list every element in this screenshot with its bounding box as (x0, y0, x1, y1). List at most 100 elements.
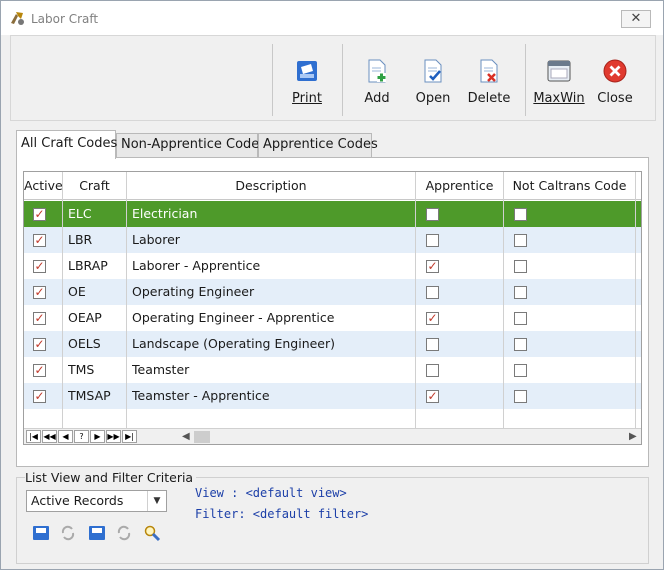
save-filter-icon[interactable] (88, 524, 106, 542)
nav-button[interactable]: ▶ (90, 430, 105, 443)
craft-cell: LBR (68, 232, 93, 247)
filter-info: Filter: <default filter> (195, 507, 369, 521)
column-header-active[interactable]: Active (24, 172, 63, 200)
horizontal-scrollbar-thumb[interactable] (194, 431, 210, 443)
description-cell: Landscape (Operating Engineer) (132, 336, 336, 351)
table-row[interactable]: ✓ TMS Teamster (24, 357, 641, 383)
tab-panel: Active Craft Description Apprentice Not … (16, 157, 649, 467)
toolbar: Print Add Open Delete MaxWin Close (10, 35, 656, 121)
chevron-down-icon[interactable]: ▼ (147, 491, 166, 511)
column-header-apprentice[interactable]: Apprentice (416, 172, 504, 200)
active-checkbox[interactable]: ✓ (33, 364, 46, 377)
not-caltrans-checkbox[interactable] (514, 364, 527, 377)
description-cell: Electrician (132, 206, 198, 221)
open-label: Open (415, 91, 451, 106)
apprentice-checkbox[interactable] (426, 338, 439, 351)
search-icon[interactable] (143, 524, 161, 542)
not-caltrans-checkbox[interactable] (514, 286, 527, 299)
active-checkbox[interactable]: ✓ (33, 338, 46, 351)
labor-craft-window: Labor Craft ✕ Print Add Open Delete MaxW… (0, 0, 664, 570)
craft-cell: TMSAP (68, 388, 111, 403)
tab-apprentice-codes[interactable]: Apprentice Codes (258, 133, 378, 157)
add-button[interactable]: Add (347, 58, 407, 112)
print-button[interactable]: Print (277, 58, 337, 112)
active-checkbox[interactable]: ✓ (33, 286, 46, 299)
close-circle-icon (603, 59, 627, 83)
not-caltrans-checkbox[interactable] (514, 208, 527, 221)
apprentice-checkbox[interactable]: ✓ (426, 260, 439, 273)
record-filter-select[interactable]: Active Records ▼ (26, 490, 167, 512)
column-header-description[interactable]: Description (127, 172, 416, 200)
apprentice-checkbox[interactable]: ✓ (426, 390, 439, 403)
filter-section-title: List View and Filter Criteria (25, 470, 197, 485)
close-label: Close (597, 91, 633, 106)
tab-all-craft-codes[interactable]: All Craft Codes (16, 130, 117, 159)
open-button[interactable]: Open (403, 58, 463, 112)
app-icon (11, 12, 24, 25)
maxwin-button[interactable]: MaxWin (529, 58, 589, 112)
active-checkbox[interactable]: ✓ (33, 390, 46, 403)
record-filter-value: Active Records (31, 493, 124, 508)
active-checkbox[interactable]: ✓ (33, 260, 46, 273)
window-title: Labor Craft (31, 12, 99, 26)
scroll-right-arrow[interactable]: ▶ (629, 429, 637, 444)
apprentice-checkbox[interactable]: ✓ (426, 312, 439, 325)
table-row[interactable]: ✓ TMSAP Teamster - Apprentice ✓ (24, 383, 641, 409)
refresh-view-icon[interactable] (59, 524, 77, 542)
column-divider (635, 172, 636, 444)
craft-cell: OEAP (68, 310, 102, 325)
grid-header: Active Craft Description Apprentice Not … (24, 172, 641, 200)
apprentice-checkbox[interactable] (426, 286, 439, 299)
close-button[interactable]: Close (585, 58, 645, 112)
apprentice-checkbox[interactable] (426, 234, 439, 247)
refresh-filter-icon[interactable] (115, 524, 133, 542)
delete-label: Delete (467, 91, 511, 106)
nav-button[interactable]: ◀◀ (42, 430, 57, 443)
active-checkbox[interactable]: ✓ (33, 208, 46, 221)
description-cell: Laborer (132, 232, 180, 247)
table-row[interactable]: ✓ OEAP Operating Engineer - Apprentice ✓ (24, 305, 641, 331)
title-bar: Labor Craft ✕ (1, 1, 663, 35)
column-header-not-caltrans[interactable]: Not Caltrans Code (504, 172, 636, 200)
description-cell: Laborer - Apprentice (132, 258, 261, 273)
nav-button[interactable]: ▶| (122, 430, 137, 443)
nav-button[interactable]: |◀ (26, 430, 41, 443)
craft-cell: TMS (68, 362, 95, 377)
not-caltrans-checkbox[interactable] (514, 260, 527, 273)
description-cell: Operating Engineer - Apprentice (132, 310, 335, 325)
toolbar-separator (272, 44, 273, 116)
craft-cell: LBRAP (68, 258, 108, 273)
not-caltrans-checkbox[interactable] (514, 390, 527, 403)
table-row[interactable]: ✓ LBRAP Laborer - Apprentice ✓ (24, 253, 641, 279)
tab-non-apprentice-codes[interactable]: Non-Apprentice Codes (116, 133, 266, 157)
scroll-left-arrow[interactable]: ◀ (182, 429, 190, 444)
column-divider (62, 172, 63, 444)
column-header-craft[interactable]: Craft (63, 172, 127, 200)
column-divider (415, 172, 416, 444)
not-caltrans-checkbox[interactable] (514, 312, 527, 325)
print-label: Print (292, 91, 322, 106)
table-row[interactable]: ✓ OE Operating Engineer (24, 279, 641, 305)
active-checkbox[interactable]: ✓ (33, 312, 46, 325)
active-checkbox[interactable]: ✓ (33, 234, 46, 247)
add-document-icon (368, 59, 386, 83)
window-close-button[interactable]: ✕ (621, 10, 651, 28)
column-divider (503, 172, 504, 444)
description-cell: Teamster - Apprentice (132, 388, 270, 403)
table-row[interactable]: ✓ LBR Laborer (24, 227, 641, 253)
craft-cell: OELS (68, 336, 101, 351)
nav-button[interactable]: ? (74, 430, 89, 443)
apprentice-checkbox[interactable] (426, 208, 439, 221)
apprentice-checkbox[interactable] (426, 364, 439, 377)
delete-button[interactable]: Delete (459, 58, 519, 112)
craft-cell: ELC (68, 206, 92, 221)
save-view-icon[interactable] (32, 524, 50, 542)
not-caltrans-checkbox[interactable] (514, 338, 527, 351)
delete-document-icon (480, 59, 498, 83)
printer-icon (297, 61, 317, 81)
table-row[interactable]: ✓ OELS Landscape (Operating Engineer) (24, 331, 641, 357)
nav-button[interactable]: ▶▶ (106, 430, 121, 443)
table-row[interactable]: ✓ ELC Electrician (24, 201, 641, 227)
nav-button[interactable]: ◀ (58, 430, 73, 443)
not-caltrans-checkbox[interactable] (514, 234, 527, 247)
